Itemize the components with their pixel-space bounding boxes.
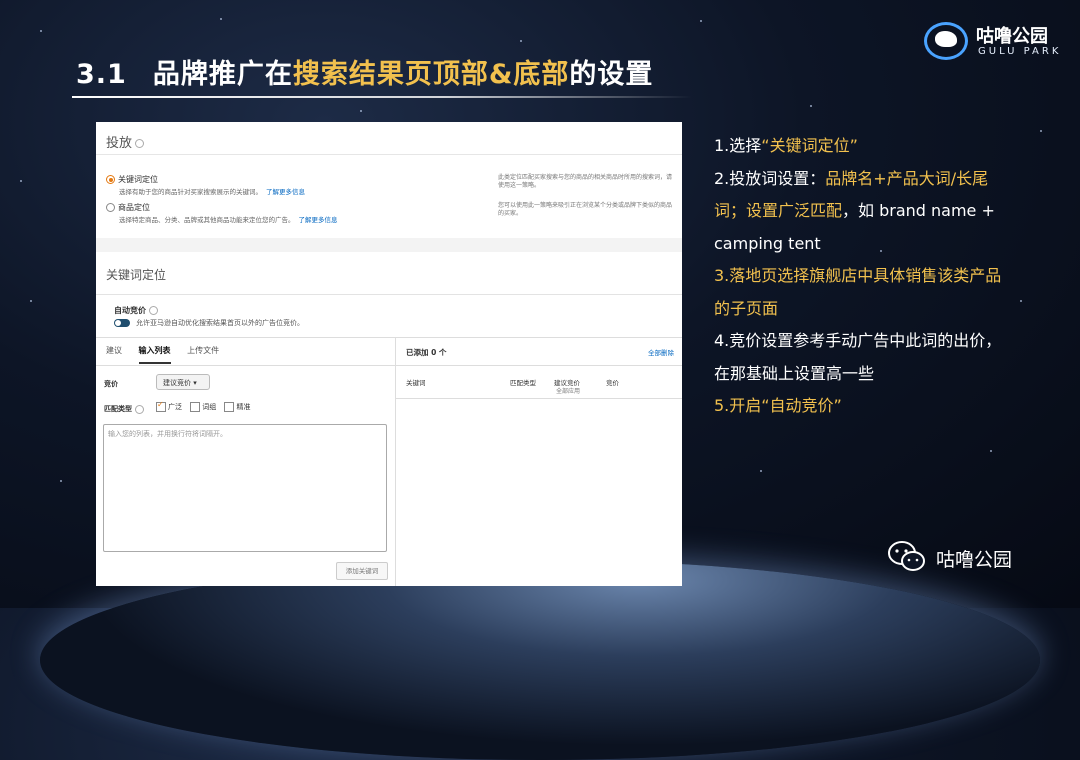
step-2: 2.投放词设置：品牌名+产品大词/长尾词；设置广泛匹配，如 brand name… — [714, 168, 995, 253]
title-highlight: 搜索结果页顶部&底部 — [292, 59, 570, 90]
steps-list: 1.选择“关键词定位” 2.投放词设置：品牌名+产品大词/长尾词；设置广泛匹配，… — [714, 130, 1014, 423]
radio-selected-icon[interactable] — [106, 175, 115, 184]
title-text-b: 的设置 — [569, 59, 654, 90]
step-1: 1.选择“关键词定位” — [714, 136, 858, 155]
step-5: 5.开启“自动竞价” — [714, 396, 842, 415]
tab-suggested[interactable]: 建议 — [106, 345, 122, 362]
divider — [96, 365, 395, 366]
section-gap — [96, 238, 682, 252]
divider — [96, 294, 682, 295]
title-underline — [72, 96, 692, 98]
tab-enter-list[interactable]: 输入列表 — [138, 345, 171, 364]
divider — [96, 337, 682, 338]
keyword-list-textarea[interactable]: 输入您的列表，并用换行符将词隔开。 — [103, 424, 387, 552]
bid-label: 竞价 — [104, 380, 118, 388]
footer-brand: 咕噜公园 — [936, 549, 1013, 571]
ad-settings-screenshot: 投放 关键词定位 选择有助于您的商品针对买家搜索展示的关键词。 了解更多信息 商品… — [96, 122, 682, 586]
radio-description: 选择特定商品、分类、品牌或其他商品功能来定位您的广告。 了解更多信息 — [119, 216, 338, 224]
checkbox-exact[interactable]: 精准 — [224, 402, 250, 412]
keyword-targeting-heading: 关键词定位 — [106, 268, 167, 282]
divider — [396, 365, 682, 366]
step-3: 3.落地页选择旗舰店中具体销售该类产品的子页面 — [714, 266, 1002, 318]
col-keyword: 关键词 — [406, 379, 426, 387]
planet-horizon — [40, 560, 1040, 760]
info-icon — [149, 306, 158, 315]
learn-more-link[interactable]: 了解更多信息 — [266, 188, 305, 196]
radio-product-targeting[interactable]: 商品定位 选择特定商品、分类、品牌或其他商品功能来定位您的广告。 了解更多信息 — [106, 202, 338, 224]
radio-label: 关键词定位 — [118, 175, 158, 184]
title-text-a: 品牌推广在 — [152, 59, 293, 90]
checkbox-checked-icon[interactable] — [156, 400, 166, 412]
step-4: 4.竞价设置参考手动广告中此词的出价，在那基础上设置高一些 — [714, 331, 1002, 383]
bird-logo-icon — [924, 22, 968, 60]
checkbox-broad[interactable]: 广泛 — [156, 400, 182, 412]
autobid-label: 自动竞价 — [114, 305, 158, 316]
title-number: 3.1 — [76, 59, 127, 90]
side-note-1: 此类定位匹配买家搜索与您的商品的相关商品时所用的搜索词，请使用这一策略。 — [498, 174, 673, 190]
autobid-toggle[interactable] — [114, 319, 130, 327]
targeting-heading: 投放 — [106, 132, 145, 151]
targeting-section: 投放 关键词定位 选择有助于您的商品针对买家搜索展示的关键词。 了解更多信息 商品… — [96, 122, 682, 239]
chevron-down-icon: ▾ — [193, 379, 197, 387]
col-bid: 竞价 — [606, 379, 619, 387]
radio-unselected-icon[interactable] — [106, 203, 115, 212]
wechat-icon — [888, 541, 925, 571]
match-type-label: 匹配类型 — [104, 404, 144, 414]
slide-title: 3.1 品牌推广在搜索结果页顶部&底部的设置 — [76, 52, 653, 91]
radio-label: 商品定位 — [118, 203, 150, 212]
added-count: 已添加 0 个 — [406, 348, 447, 357]
keyword-tabs: 建议 输入列表 上传文件 — [106, 345, 233, 364]
learn-more-link[interactable]: 了解更多信息 — [299, 216, 338, 224]
tab-upload-file[interactable]: 上传文件 — [187, 345, 219, 362]
checkbox-icon[interactable] — [190, 402, 201, 412]
side-note-2: 您可以使用此一策略来吸引正在浏览某个分类或品牌下类似的商品的买家。 — [498, 202, 673, 218]
radio-description: 选择有助于您的商品针对买家搜索展示的关键词。 了解更多信息 — [119, 188, 305, 196]
brand-logo: 咕噜公园 GULU PARK — [924, 20, 1058, 62]
apply-all-link[interactable]: 全部应用 — [556, 386, 580, 395]
radio-keyword-targeting[interactable]: 关键词定位 选择有助于您的商品针对买家搜索展示的关键词。 了解更多信息 — [106, 174, 305, 196]
column-divider — [395, 337, 396, 586]
match-type-checkboxes: 广泛 词组 精准 — [156, 400, 256, 412]
logo-subtitle: GULU PARK — [978, 46, 1062, 57]
divider — [96, 154, 682, 155]
divider — [396, 398, 682, 399]
info-icon — [135, 139, 145, 148]
checkbox-icon[interactable] — [224, 402, 235, 412]
logo-name: 咕噜公园 — [976, 26, 1048, 47]
bid-select[interactable]: 建议竞价 ▾ — [156, 374, 210, 390]
col-match-type: 匹配类型 — [510, 379, 536, 387]
remove-all-link[interactable]: 全部删除 — [648, 347, 674, 357]
autobid-description: 允许亚马逊自动优化搜索结果首页以外的广告位竞价。 — [136, 319, 304, 327]
checkbox-phrase[interactable]: 词组 — [190, 402, 216, 412]
info-icon — [135, 404, 144, 414]
add-keywords-button[interactable]: 添加关键词 — [336, 562, 388, 580]
